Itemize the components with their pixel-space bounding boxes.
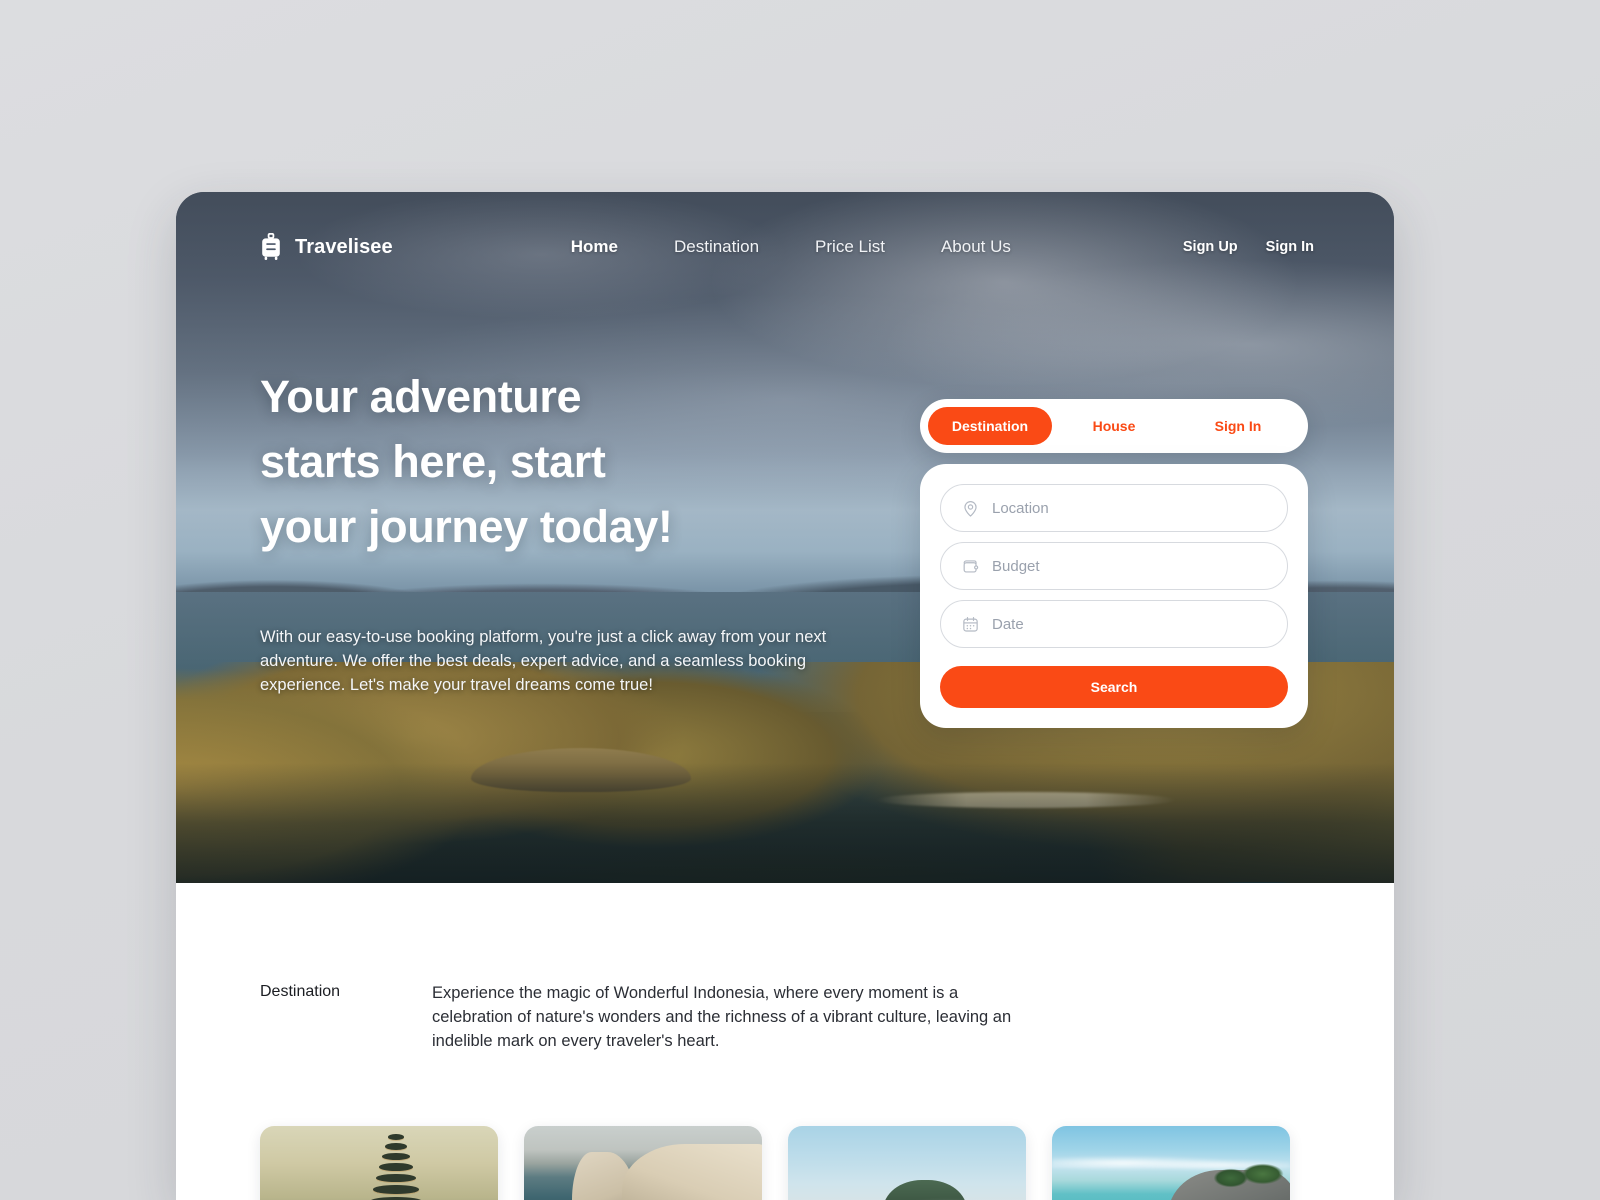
destination-card-volcano[interactable]: [788, 1126, 1026, 1200]
location-pin-icon: [964, 500, 977, 517]
hero-copy: Your adventure starts here, start your j…: [260, 364, 860, 697]
nav-link-destination[interactable]: Destination: [674, 237, 759, 257]
brand-logo[interactable]: Travelisee: [260, 233, 393, 261]
destination-cards: [260, 1126, 1310, 1200]
budget-input[interactable]: [992, 557, 1267, 575]
search-button[interactable]: Search: [940, 666, 1288, 708]
hero-title-line-1: Your adventure: [260, 371, 582, 422]
cliff-wall: [622, 1144, 762, 1200]
budget-field[interactable]: [940, 542, 1288, 590]
suitcase-icon: [262, 233, 280, 260]
nav-link-about-us[interactable]: About Us: [941, 237, 1011, 257]
nav-link-home[interactable]: Home: [571, 237, 618, 257]
search-widget: Destination House Sign In Location Budge…: [920, 399, 1308, 728]
hero-subtitle: With our easy-to-use booking platform, y…: [260, 628, 827, 694]
destination-section: Destination Experience the magic of Wond…: [176, 883, 1394, 1200]
tab-sign-in[interactable]: Sign In: [1176, 407, 1300, 445]
location-input[interactable]: [992, 499, 1267, 517]
nav-auth-group: Sign Up Sign In: [1183, 239, 1314, 255]
wallet-icon: [963, 559, 979, 573]
hero-title-line-2: starts here, start: [260, 436, 606, 487]
nav-link-price-list[interactable]: Price List: [815, 237, 885, 257]
hero-section: Travelisee Home Destination Price List A…: [176, 192, 1394, 883]
rocks-photo: [1052, 1126, 1290, 1200]
temple-tiers: [365, 1132, 427, 1200]
cliff-photo: [524, 1126, 762, 1200]
nav-links: Home Destination Price List About Us: [571, 237, 1011, 257]
destination-description: Experience the magic of Wonderful Indone…: [432, 984, 1012, 1050]
destination-card-rocks[interactable]: [1052, 1126, 1290, 1200]
brand-name: Travelisee: [295, 235, 393, 258]
date-field[interactable]: [940, 600, 1288, 648]
hero-title: Your adventure starts here, start your j…: [260, 364, 860, 559]
destination-header: Destination Experience the magic of Wond…: [260, 981, 1310, 1053]
location-field[interactable]: [940, 484, 1288, 532]
main-navbar: Travelisee Home Destination Price List A…: [176, 226, 1394, 268]
destination-label: Destination: [260, 983, 341, 1000]
page-frame: Travelisee Home Destination Price List A…: [176, 192, 1394, 1200]
search-tabs: Destination House Sign In: [920, 399, 1308, 453]
volcano-cloud: [840, 1188, 1026, 1200]
rocks-trees: [1208, 1156, 1284, 1196]
sign-up-link[interactable]: Sign Up: [1183, 239, 1238, 255]
tab-house[interactable]: House: [1052, 407, 1176, 445]
volcano-photo: [788, 1126, 1026, 1200]
date-input[interactable]: [992, 615, 1267, 633]
search-panel: Search: [920, 464, 1308, 728]
temple-photo: [260, 1126, 498, 1200]
destination-card-temple[interactable]: [260, 1126, 498, 1200]
destination-card-cliff[interactable]: [524, 1126, 762, 1200]
tab-destination[interactable]: Destination: [928, 407, 1052, 445]
hero-title-line-3: your journey today!: [260, 501, 673, 552]
calendar-icon: [963, 616, 978, 632]
sign-in-link[interactable]: Sign In: [1266, 239, 1314, 255]
